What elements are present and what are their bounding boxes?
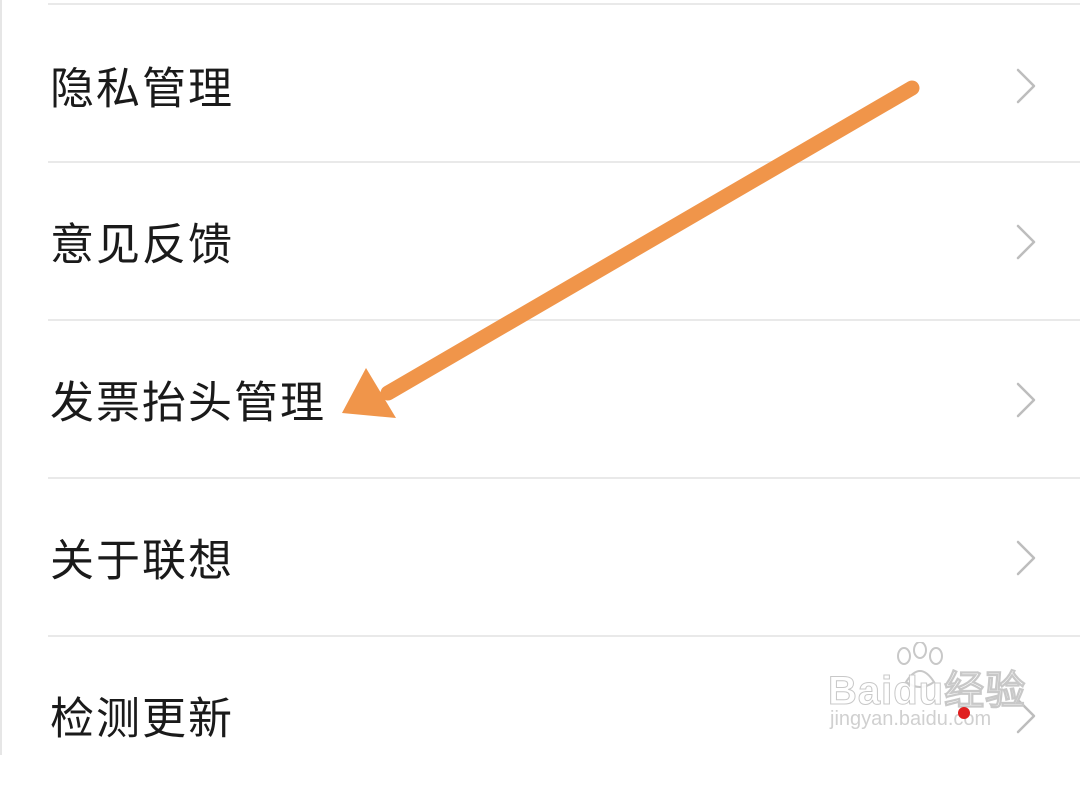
menu-item-about[interactable]: 关于联想 — [0, 480, 1080, 636]
chevron-right-icon — [1016, 68, 1036, 104]
divider — [48, 635, 1080, 637]
chevron-right-icon — [1016, 224, 1036, 260]
menu-item-label: 检测更新 — [50, 693, 234, 745]
chevron-right-icon — [1016, 698, 1036, 734]
menu-item-label: 意见反馈 — [50, 219, 234, 271]
divider — [48, 3, 1080, 5]
menu-item-invoice-title[interactable]: 发票抬头管理 — [0, 322, 1080, 478]
menu-item-privacy[interactable]: 隐私管理 — [0, 8, 1080, 164]
divider — [48, 161, 1080, 163]
divider — [48, 477, 1080, 479]
chevron-right-icon — [1016, 540, 1036, 576]
menu-item-feedback[interactable]: 意见反馈 — [0, 164, 1080, 320]
notification-dot — [958, 707, 970, 719]
divider — [48, 319, 1080, 321]
menu-item-label: 发票抬头管理 — [50, 377, 326, 429]
menu-item-check-update[interactable]: 检测更新 — [0, 638, 1080, 794]
menu-item-label: 关于联想 — [50, 535, 234, 587]
menu-item-label: 隐私管理 — [50, 63, 234, 115]
chevron-right-icon — [1016, 382, 1036, 418]
